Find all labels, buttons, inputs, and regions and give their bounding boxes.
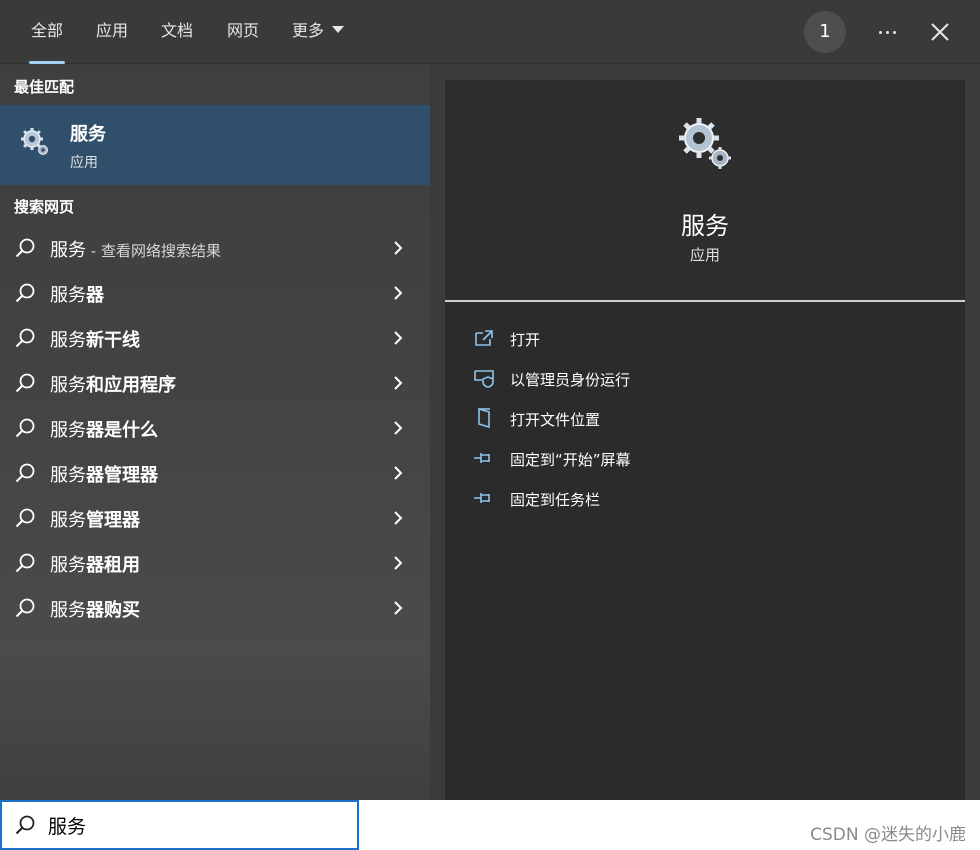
chevron-right-icon	[394, 286, 403, 300]
more-horizontal-icon	[878, 30, 882, 34]
chevron-right-icon	[394, 511, 403, 525]
tab-bar: 全部 应用 文档 网页 更多 1	[0, 0, 980, 64]
suggestion-completion: 新干线	[86, 330, 140, 351]
web-suggestion-item[interactable]: 服务器	[0, 271, 430, 315]
search-icon	[15, 553, 35, 573]
preview-divider	[445, 300, 965, 302]
chevron-right-icon	[394, 556, 403, 570]
suggestion-completion: 器	[86, 285, 104, 306]
best-match-item[interactable]: 服务 应用	[0, 105, 430, 185]
suggestion-prefix: 服务	[50, 465, 86, 486]
preview-subtitle: 应用	[689, 246, 720, 264]
search-icon	[15, 238, 35, 258]
best-match-title: 服务	[70, 124, 106, 145]
more-dot	[892, 30, 896, 34]
suggestion-text: 服务器购买	[50, 596, 140, 622]
open-icon	[475, 330, 493, 346]
search-icon	[15, 598, 35, 618]
suggestion-completion: 器是什么	[86, 420, 158, 441]
search-window: 全部 应用 文档 网页 更多 1 最佳匹配 服务 应用 搜索网页 服务 - 查看…	[0, 0, 980, 800]
suggestion-completion: 管理器	[86, 510, 140, 531]
suggestion-prefix: 服务	[50, 555, 86, 576]
rewards-badge[interactable]: 1	[804, 11, 846, 53]
tab-more-label: 更多	[292, 21, 325, 40]
suggestion-completion: 器租用	[86, 555, 140, 576]
suggestion-prefix: 服务	[50, 510, 86, 531]
shield-icon	[474, 370, 494, 388]
suggestion-text: 服务器管理器	[50, 461, 158, 487]
action-open-label: 打开	[510, 331, 541, 349]
web-suggestion-item[interactable]: 服务器购买	[0, 586, 430, 630]
preview-pane: 服务 应用 打开 以管理员身份运行 打开文件位置 固定到“开始”屏幕 固定到任务…	[445, 80, 965, 800]
suggestion-prefix: 服务	[50, 330, 86, 351]
web-suggestion-item[interactable]: 服务管理器	[0, 496, 430, 540]
more-dot	[885, 30, 889, 34]
search-icon	[15, 463, 35, 483]
caret-down-icon	[332, 26, 345, 33]
pin-icon	[474, 453, 490, 463]
best-match-subtitle: 应用	[70, 155, 98, 171]
tab-documents[interactable]: 文档	[161, 0, 193, 64]
suggestion-text: 服务器	[50, 281, 104, 307]
results-pane: 最佳匹配 服务 应用 搜索网页 服务 - 查看网络搜索结果 服务器 服务新干线 …	[0, 65, 430, 800]
web-suggestion-item[interactable]: 服务和应用程序	[0, 361, 430, 405]
web-suggestion-item[interactable]: 服务器是什么	[0, 406, 430, 450]
tab-web[interactable]: 网页	[227, 0, 259, 64]
search-icon	[15, 815, 35, 835]
chevron-right-icon	[394, 376, 403, 390]
suggestion-completion: 和应用程序	[86, 375, 176, 396]
suggestion-text: 服务新干线	[50, 326, 140, 352]
chevron-right-icon	[394, 466, 403, 480]
tab-more[interactable]: 更多	[292, 0, 345, 64]
search-icon	[15, 283, 35, 303]
chevron-right-icon	[394, 331, 403, 345]
file-location-icon	[478, 408, 490, 428]
suggestion-text: 服务器租用	[50, 551, 140, 577]
pin-icon	[474, 493, 490, 503]
search-input[interactable]	[48, 810, 338, 840]
suggestion-text: 服务和应用程序	[50, 371, 176, 397]
suggestion-prefix: 服务	[50, 420, 86, 441]
search-icon	[15, 328, 35, 348]
suggestion-completion: 器管理器	[86, 465, 158, 486]
preview-header: 服务 应用	[445, 80, 965, 300]
best-match-heading: 最佳匹配	[14, 78, 75, 96]
gear-icon	[21, 128, 48, 155]
tab-apps[interactable]: 应用	[96, 0, 128, 64]
suggestion-prefix: 服务	[50, 600, 86, 621]
chevron-right-icon	[394, 601, 403, 615]
suggestion-completion: 器购买	[86, 600, 140, 621]
action-run-as-admin-label: 以管理员身份运行	[510, 371, 631, 389]
web-result-item[interactable]: 服务 - 查看网络搜索结果	[0, 226, 430, 270]
close-icon[interactable]	[927, 19, 953, 45]
web-search-heading: 搜索网页	[14, 198, 75, 216]
search-icon	[15, 418, 35, 438]
tab-all[interactable]: 全部	[28, 0, 66, 64]
web-result-query: 服务	[50, 240, 86, 261]
watermark-text: CSDN @迷失的小鹿	[810, 825, 966, 845]
action-pin-to-taskbar-label: 固定到任务栏	[510, 491, 601, 509]
search-icon	[15, 373, 35, 393]
web-result-hint: - 查看网络搜索结果	[86, 242, 221, 260]
web-suggestion-item[interactable]: 服务新干线	[0, 316, 430, 360]
chevron-right-icon	[394, 421, 403, 435]
preview-title: 服务	[681, 212, 729, 240]
search-box[interactable]	[0, 800, 359, 850]
action-pin-to-start-label: 固定到“开始”屏幕	[510, 451, 631, 469]
web-result-text: 服务 - 查看网络搜索结果	[50, 236, 221, 262]
search-icon	[15, 508, 35, 528]
more-options-button[interactable]	[870, 18, 904, 46]
suggestion-prefix: 服务	[50, 375, 86, 396]
suggestion-prefix: 服务	[50, 285, 86, 306]
suggestion-text: 服务管理器	[50, 506, 140, 532]
action-open-file-location-label: 打开文件位置	[510, 411, 601, 429]
suggestion-text: 服务器是什么	[50, 416, 158, 442]
web-suggestion-item[interactable]: 服务器管理器	[0, 451, 430, 495]
chevron-right-icon	[394, 241, 403, 255]
gear-icon	[679, 118, 731, 169]
web-suggestion-item[interactable]: 服务器租用	[0, 541, 430, 585]
